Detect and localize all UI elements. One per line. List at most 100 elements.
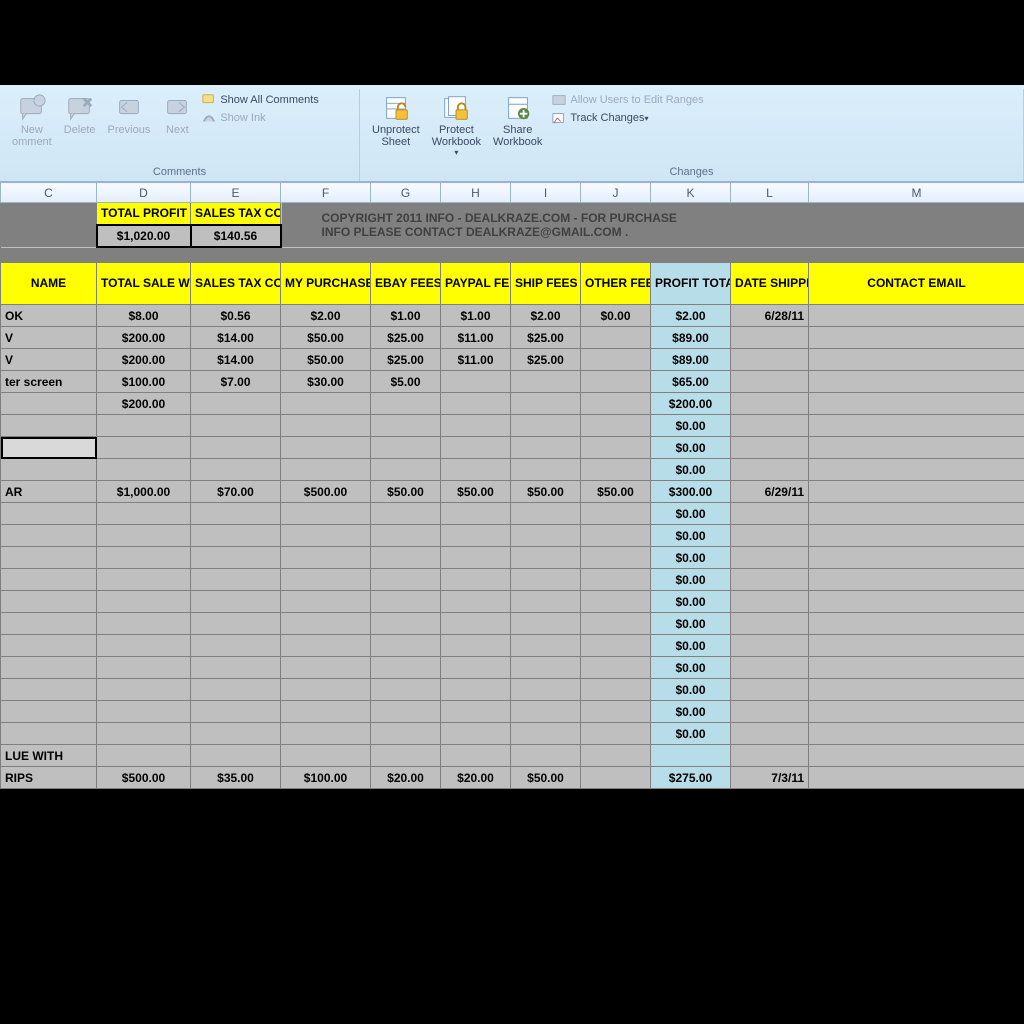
cell[interactable] — [511, 745, 581, 767]
col-I[interactable]: I — [511, 183, 581, 203]
cell[interactable] — [441, 525, 511, 547]
cell[interactable] — [1, 393, 97, 415]
cell[interactable] — [191, 459, 281, 481]
cell[interactable] — [731, 723, 809, 745]
col-J[interactable]: J — [581, 183, 651, 203]
cell[interactable] — [1, 547, 97, 569]
cell[interactable] — [731, 745, 809, 767]
cell[interactable] — [441, 701, 511, 723]
cell[interactable]: $0.00 — [651, 415, 731, 437]
cell[interactable] — [441, 591, 511, 613]
cell[interactable] — [511, 591, 581, 613]
cell[interactable]: $11.00 — [441, 349, 511, 371]
cell[interactable] — [1, 415, 97, 437]
cell[interactable]: $30.00 — [281, 371, 371, 393]
cell[interactable]: ter screen — [1, 371, 97, 393]
cell[interactable]: $65.00 — [651, 371, 731, 393]
cell[interactable] — [191, 415, 281, 437]
cell[interactable] — [191, 393, 281, 415]
cell[interactable] — [809, 437, 1024, 459]
cell[interactable]: $0.00 — [581, 305, 651, 327]
cell[interactable] — [581, 657, 651, 679]
cell[interactable]: 7/3/11 — [731, 767, 809, 789]
cell[interactable] — [191, 503, 281, 525]
cell[interactable] — [371, 591, 441, 613]
cell[interactable] — [281, 415, 371, 437]
cell[interactable] — [1, 723, 97, 745]
cell[interactable] — [371, 393, 441, 415]
cell[interactable]: OK — [1, 305, 97, 327]
cell[interactable] — [581, 547, 651, 569]
cell[interactable] — [281, 635, 371, 657]
cell[interactable] — [581, 393, 651, 415]
cell[interactable] — [581, 525, 651, 547]
cell[interactable]: $0.00 — [651, 459, 731, 481]
cell[interactable]: $0.00 — [651, 547, 731, 569]
cell[interactable] — [809, 767, 1024, 789]
cell[interactable] — [1, 657, 97, 679]
cell[interactable] — [809, 481, 1024, 503]
cell[interactable]: $11.00 — [441, 327, 511, 349]
cell[interactable] — [191, 679, 281, 701]
cell[interactable] — [731, 415, 809, 437]
cell[interactable] — [441, 613, 511, 635]
cell[interactable] — [371, 525, 441, 547]
cell[interactable]: $200.00 — [97, 393, 191, 415]
cell[interactable] — [281, 569, 371, 591]
cell[interactable] — [809, 569, 1024, 591]
cell[interactable]: V — [1, 349, 97, 371]
cell[interactable] — [1, 437, 97, 459]
table-row[interactable]: $0.00 — [1, 547, 1024, 569]
cell[interactable]: $50.00 — [371, 481, 441, 503]
track-changes-button[interactable]: Track Changes ▾ — [550, 109, 705, 127]
cell[interactable] — [511, 701, 581, 723]
cell[interactable] — [731, 547, 809, 569]
cell[interactable] — [371, 679, 441, 701]
cell[interactable] — [441, 437, 511, 459]
cell[interactable]: $5.00 — [371, 371, 441, 393]
cell[interactable]: $14.00 — [191, 349, 281, 371]
cell[interactable]: LUE WITH — [1, 745, 97, 767]
cell[interactable]: $25.00 — [371, 327, 441, 349]
cell[interactable] — [191, 591, 281, 613]
cell[interactable] — [581, 327, 651, 349]
table-row[interactable]: $0.00 — [1, 723, 1024, 745]
cell[interactable]: $0.00 — [651, 701, 731, 723]
cell[interactable] — [281, 701, 371, 723]
cell[interactable] — [581, 745, 651, 767]
cell[interactable] — [281, 393, 371, 415]
cell[interactable] — [191, 613, 281, 635]
col-E[interactable]: E — [191, 183, 281, 203]
cell[interactable] — [581, 723, 651, 745]
next-comment-button[interactable]: Next — [156, 91, 198, 139]
cell[interactable]: $0.00 — [651, 613, 731, 635]
cell[interactable] — [97, 745, 191, 767]
cell[interactable] — [281, 459, 371, 481]
cell[interactable]: $0.00 — [651, 525, 731, 547]
cell[interactable] — [441, 723, 511, 745]
show-all-comments-button[interactable]: Show All Comments — [200, 91, 320, 109]
cell[interactable]: $7.00 — [191, 371, 281, 393]
cell[interactable] — [581, 371, 651, 393]
cell[interactable] — [281, 547, 371, 569]
cell[interactable]: $35.00 — [191, 767, 281, 789]
cell[interactable]: $200.00 — [97, 327, 191, 349]
cell[interactable] — [1, 591, 97, 613]
cell[interactable] — [809, 657, 1024, 679]
cell[interactable] — [581, 679, 651, 701]
cell[interactable]: $25.00 — [511, 349, 581, 371]
cell[interactable] — [441, 745, 511, 767]
cell[interactable] — [1, 701, 97, 723]
cell[interactable] — [97, 723, 191, 745]
table-row[interactable]: V$200.00$14.00$50.00$25.00$11.00$25.00$8… — [1, 349, 1024, 371]
cell[interactable] — [809, 459, 1024, 481]
table-row[interactable]: $0.00 — [1, 459, 1024, 481]
cell[interactable] — [441, 657, 511, 679]
cell[interactable]: 6/29/11 — [731, 481, 809, 503]
cell[interactable]: $100.00 — [97, 371, 191, 393]
col-G[interactable]: G — [371, 183, 441, 203]
cell[interactable]: $20.00 — [371, 767, 441, 789]
cell[interactable] — [281, 657, 371, 679]
cell[interactable] — [371, 701, 441, 723]
cell[interactable] — [371, 723, 441, 745]
